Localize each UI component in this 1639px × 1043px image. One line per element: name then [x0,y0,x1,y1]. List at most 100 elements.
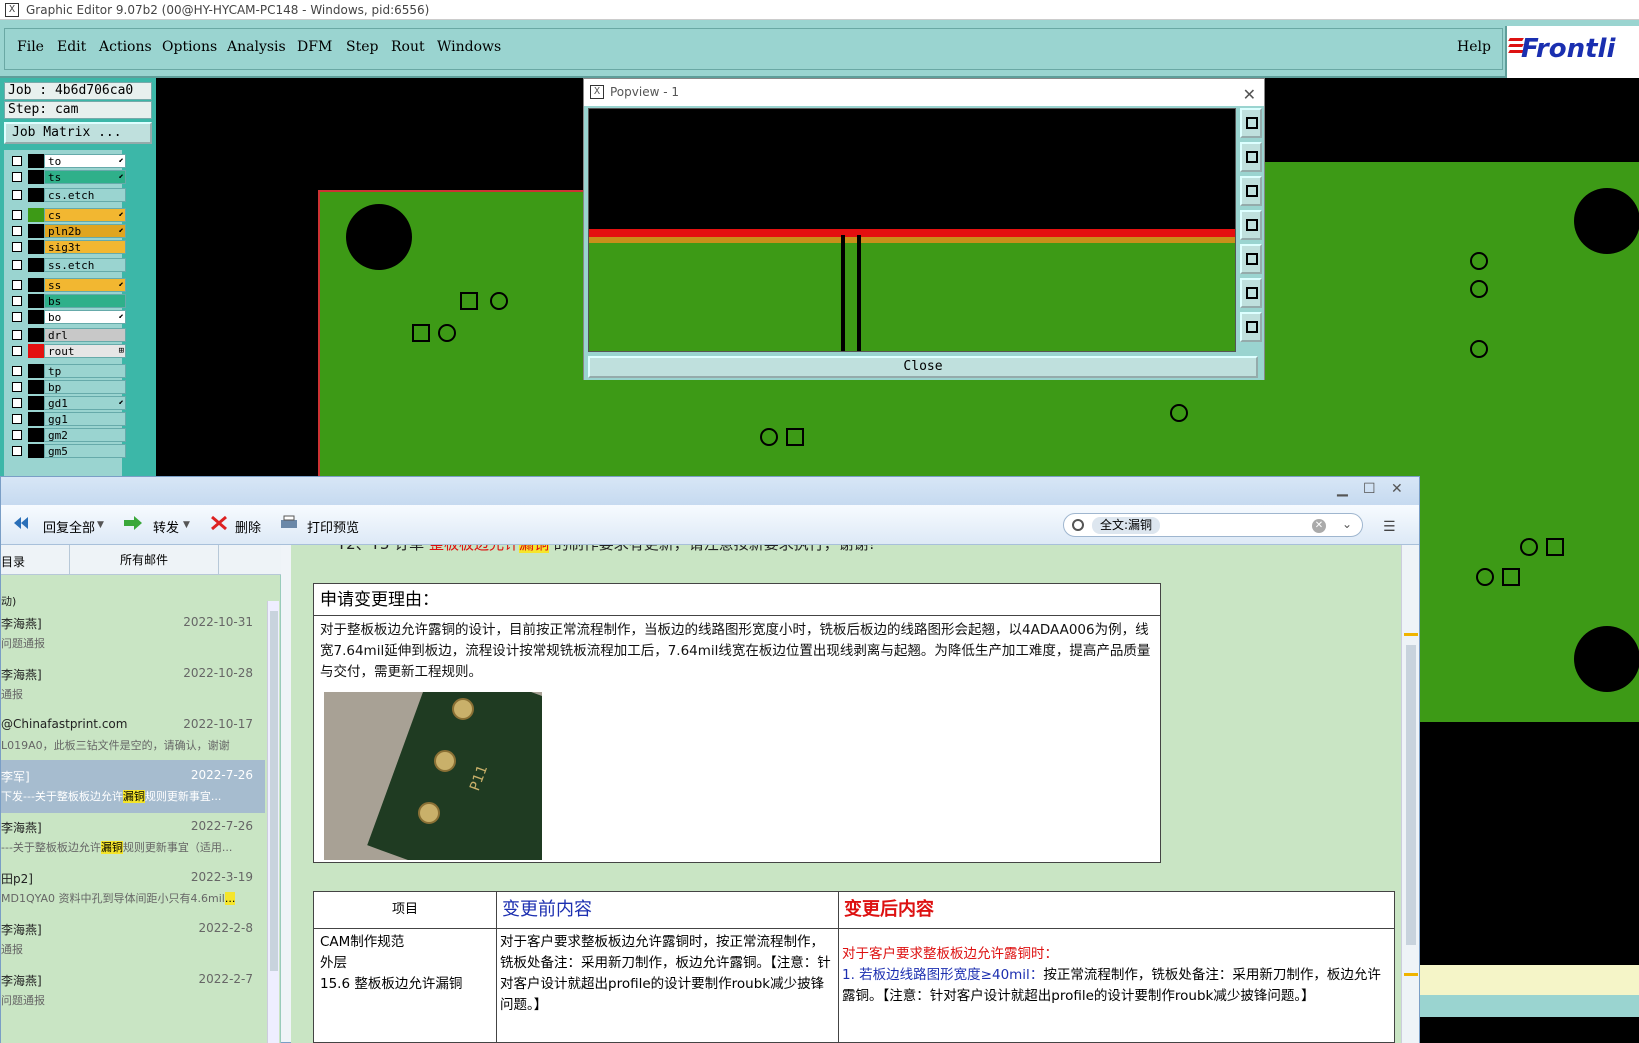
popview-canvas[interactable] [588,108,1236,352]
layer-checkbox[interactable] [12,414,22,424]
menu-rout[interactable]: Rout [391,39,425,55]
layer-row-rout[interactable]: rout ⊞ [8,344,126,358]
minimize-icon[interactable]: ▁ [1337,481,1348,497]
layer-name[interactable]: cs.etch [44,188,126,202]
layer-checkbox[interactable] [12,312,22,322]
layer-row-bs[interactable]: bs [8,294,126,308]
layer-color-swatch[interactable] [28,310,44,324]
layer-name[interactable]: pln2b [44,224,126,238]
layer-color-swatch[interactable] [28,428,44,442]
layer-row-tp[interactable]: tp [8,364,126,378]
layer-name[interactable]: bs [44,294,126,308]
layer-name[interactable]: ts [44,170,126,184]
mail-list-scrollbar[interactable] [267,601,279,1043]
layer-color-swatch[interactable] [28,380,44,394]
layer-color-swatch[interactable] [28,240,44,254]
search-input[interactable]: 全文:漏铜 ✕ ⌄ [1063,513,1363,537]
layer-checkbox[interactable] [12,446,22,456]
layer-row-bo[interactable]: bo ⬋ [8,310,126,324]
mail-list-item[interactable]: 田p2] 2022-3-19 MD1QYA0 资料中孔到导体间距小只有4.6mil.… [1,862,265,915]
layer-checkbox[interactable] [12,156,22,166]
layer-checkbox[interactable] [12,330,22,340]
layer-color-swatch[interactable] [28,278,44,292]
layer-name[interactable]: rout [44,344,126,358]
pan-right-icon[interactable] [1240,244,1262,274]
pan-down-icon[interactable] [1240,176,1262,206]
layer-checkbox[interactable] [12,430,22,440]
menu-edit[interactable]: Edit [57,39,86,55]
layer-checkbox[interactable] [12,382,22,392]
layer-checkbox[interactable] [12,172,22,182]
layer-checkbox[interactable] [12,242,22,252]
pan-left-icon[interactable] [1240,210,1262,240]
zoom-home-icon[interactable] [1240,108,1262,138]
layer-color-swatch[interactable] [28,294,44,308]
layer-row-drl[interactable]: drl [8,328,126,342]
close-icon[interactable]: ✕ [1391,481,1403,497]
menu-analysis[interactable]: Analysis [227,39,286,55]
zoom-fit-icon[interactable] [1240,278,1262,308]
pan-up-icon[interactable] [1240,142,1262,172]
layer-color-swatch[interactable] [28,344,44,358]
mail-list-item[interactable]: 李海燕] 2022-2-8 通报 [1,913,265,966]
layer-name[interactable]: cs [44,208,126,222]
layer-checkbox[interactable] [12,226,22,236]
mail-list-item[interactable]: 李海燕] 2022-2-7 问题通报 [1,964,265,1017]
layer-name[interactable]: gg1 [44,412,126,426]
layer-color-swatch[interactable] [28,208,44,222]
layer-name[interactable]: gm2 [44,428,126,442]
forward-button[interactable]: 转发 [153,517,179,536]
menu-step[interactable]: Step [346,39,378,55]
print-preview-button[interactable]: 打印预览 [307,517,359,536]
menu-actions[interactable]: Actions [99,39,152,55]
layer-name[interactable]: to [44,154,126,168]
mail-list-item[interactable]: 李海燕] 2022-7-26 ---关于整板板边允许漏铜规则更新事宜（适用... [1,811,265,864]
layer-row-cs[interactable]: cs ⬋ [8,208,126,222]
layer-row-pln2b[interactable]: pln2b ⬋ [8,224,126,238]
layer-row-ss[interactable]: ss ⬋ [8,278,126,292]
zoom-center-icon[interactable] [1240,312,1262,342]
layer-color-swatch[interactable] [28,412,44,426]
layer-row-sig3t[interactable]: sig3t [8,240,126,254]
close-icon[interactable]: ✕ [1243,81,1256,108]
reply-all-button[interactable]: 回复全部 [43,517,95,536]
layer-row-ss-etch[interactable]: ss.etch [8,258,126,272]
layer-row-to[interactable]: to ⬋ [8,154,126,168]
layer-row-gd1[interactable]: gd1 ⬋ [8,396,126,410]
layer-color-swatch[interactable] [28,396,44,410]
menu-help[interactable]: Help [1457,39,1491,55]
layer-name[interactable]: bo [44,310,126,324]
content-scrollbar[interactable] [1401,545,1419,1043]
menu-dfm[interactable]: DFM [297,39,332,55]
layer-color-swatch[interactable] [28,188,44,202]
list-view-icon[interactable]: ☰ [1383,519,1396,535]
layer-checkbox[interactable] [12,260,22,270]
job-matrix-button[interactable]: Job Matrix ... [4,122,152,144]
tab-all-mail[interactable]: 所有邮件 [69,545,219,575]
layer-name[interactable]: tp [44,364,126,378]
layer-checkbox[interactable] [12,190,22,200]
layer-name[interactable]: ss [44,278,126,292]
layer-row-ts[interactable]: ts ⬋ [8,170,126,184]
layer-name[interactable]: drl [44,328,126,342]
layer-row-gm2[interactable]: gm2 [8,428,126,442]
layer-color-swatch[interactable] [28,154,44,168]
layer-name[interactable]: gm5 [44,444,126,458]
layer-color-swatch[interactable] [28,328,44,342]
popview-close-button[interactable]: Close [588,356,1258,378]
search-tag[interactable]: 全文:漏铜 [1092,517,1161,534]
menu-windows[interactable]: Windows [437,39,501,55]
layer-color-swatch[interactable] [28,444,44,458]
layer-checkbox[interactable] [12,296,22,306]
layer-checkbox[interactable] [12,210,22,220]
mail-list-item[interactable]: 李海燕] 2022-10-31 问题通报 [1,607,265,660]
menu-file[interactable]: File [17,39,44,55]
layer-row-gm5[interactable]: gm5 [8,444,126,458]
mail-list-item[interactable]: 李军] 2022-7-26 下发---关于整板板边允许漏铜规则更新事宜... [1,760,265,813]
layer-checkbox[interactable] [12,398,22,408]
layer-name[interactable]: bp [44,380,126,394]
chevron-down-icon[interactable]: ▼ [97,520,104,530]
mail-list-item[interactable]: @Chinafastprint.com 2022-10-17 L019A0，此板三钻… [1,709,265,762]
layer-name[interactable]: gd1 [44,396,126,410]
maximize-icon[interactable]: ☐ [1363,481,1376,497]
